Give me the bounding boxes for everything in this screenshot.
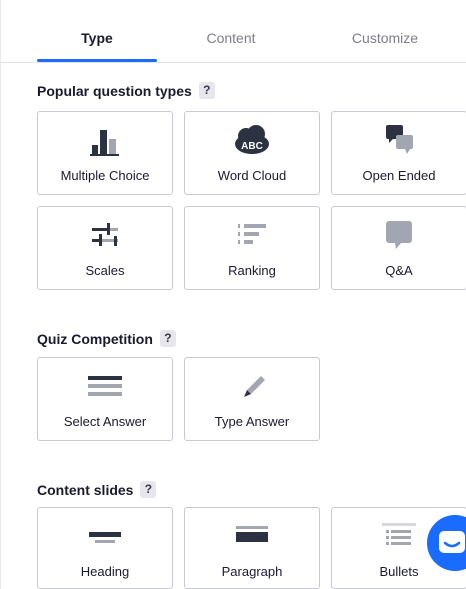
card-label: Type Answer xyxy=(214,414,290,429)
card-open-ended[interactable]: Open Ended xyxy=(331,111,466,195)
section-title-content: Content slides ? xyxy=(37,481,157,498)
card-paragraph[interactable]: Paragraph xyxy=(184,507,320,589)
pencil-icon xyxy=(185,368,319,404)
card-label: Select Answer xyxy=(63,414,147,429)
card-multiple-choice[interactable]: Multiple Choice xyxy=(37,111,173,195)
card-label: Multiple Choice xyxy=(60,168,150,183)
section-title-popular-text: Popular question types xyxy=(37,82,192,99)
help-icon[interactable]: ? xyxy=(140,481,157,498)
card-label: Q&A xyxy=(385,263,413,278)
section-title-quiz-text: Quiz Competition xyxy=(37,330,153,347)
panel-divider xyxy=(0,0,1,589)
word-cloud-icon-text: ABC xyxy=(241,141,263,152)
tab-customize[interactable]: Customize xyxy=(325,30,445,46)
tab-bar: Type Content Customize xyxy=(0,0,466,63)
section-title-popular: Popular question types ? xyxy=(37,82,215,99)
card-label: Heading xyxy=(80,564,130,579)
word-cloud-icon: ABC xyxy=(185,122,319,158)
card-label: Word Cloud xyxy=(217,168,287,183)
section-title-content-text: Content slides xyxy=(37,481,134,498)
bar-chart-icon xyxy=(38,122,172,158)
card-type-answer[interactable]: Type Answer xyxy=(184,357,320,441)
ranking-icon xyxy=(185,217,319,253)
active-tab-indicator xyxy=(37,59,157,62)
list-lines-icon xyxy=(38,368,172,404)
qa-bubble-icon xyxy=(332,217,466,253)
section-title-quiz: Quiz Competition ? xyxy=(37,330,176,347)
tab-type[interactable]: Type xyxy=(37,30,157,46)
card-label: Open Ended xyxy=(362,168,436,183)
card-label: Ranking xyxy=(228,263,276,278)
tab-content[interactable]: Content xyxy=(171,30,291,46)
card-label: Paragraph xyxy=(221,564,283,579)
card-heading[interactable]: Heading xyxy=(37,507,173,589)
chat-icon xyxy=(439,531,465,553)
card-select-answer[interactable]: Select Answer xyxy=(37,357,173,441)
speech-bubbles-icon xyxy=(332,122,466,158)
heading-icon xyxy=(38,518,172,554)
help-icon[interactable]: ? xyxy=(198,82,215,99)
paragraph-icon xyxy=(185,518,319,554)
card-scales[interactable]: Scales xyxy=(37,206,173,290)
scales-icon xyxy=(38,217,172,253)
card-word-cloud[interactable]: ABC Word Cloud xyxy=(184,111,320,195)
help-icon[interactable]: ? xyxy=(159,330,176,347)
card-ranking[interactable]: Ranking xyxy=(184,206,320,290)
card-qa[interactable]: Q&A xyxy=(331,206,466,290)
question-type-panel: Type Content Customize Popular question … xyxy=(0,0,466,589)
card-label: Scales xyxy=(85,263,125,278)
